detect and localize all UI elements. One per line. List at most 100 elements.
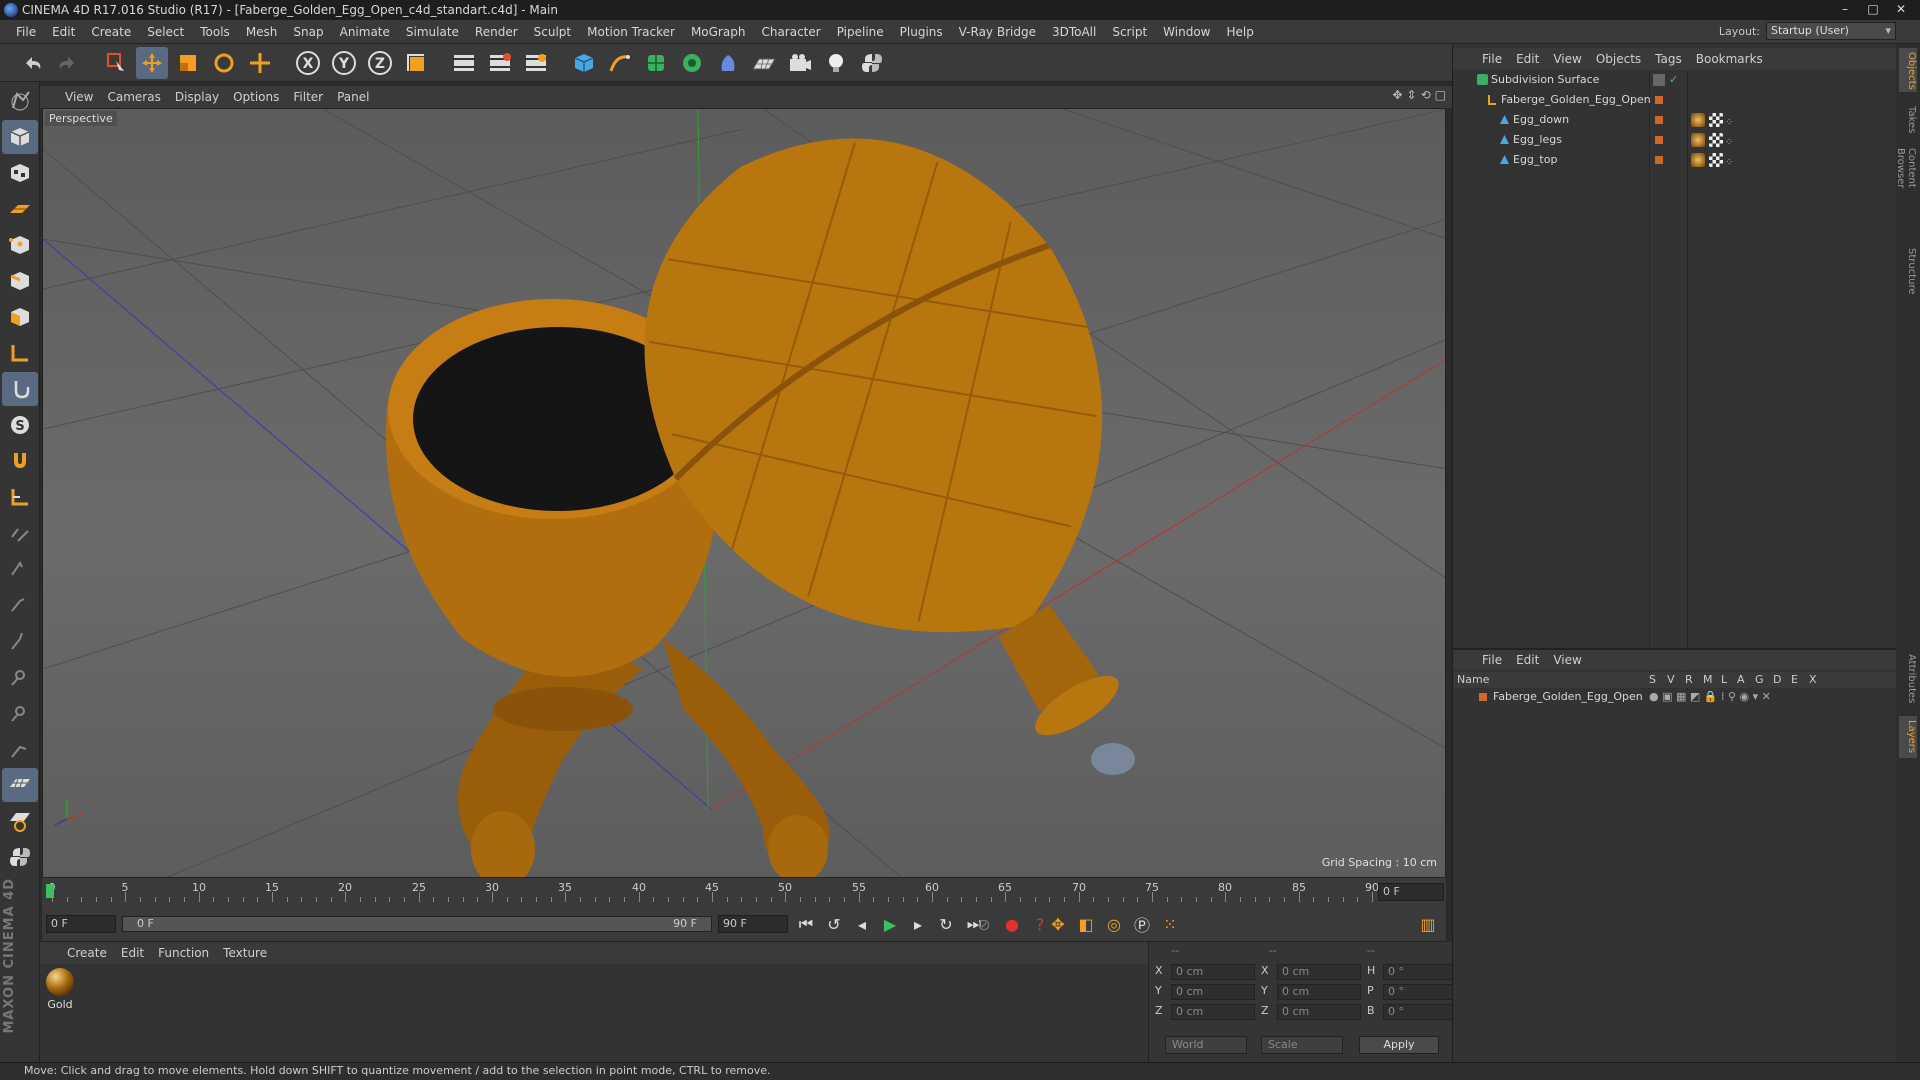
layer-color-icon[interactable] [1655,156,1663,164]
play-icon[interactable]: ▶ [878,912,902,936]
close-button[interactable]: ✕ [1888,0,1914,18]
knife-tool-icon[interactable] [2,696,38,730]
key-parameter-icon[interactable]: Ⓟ [1130,912,1154,936]
object-row-egg-top[interactable]: Egg_top ⁘ [1453,150,1897,170]
deformer-icon[interactable] [712,47,744,79]
menu-script[interactable]: Script [1104,25,1155,39]
phong-tag-icon[interactable]: ⁘ [1725,113,1739,128]
layer-menu-file[interactable]: File [1475,653,1509,667]
menu-simulate[interactable]: Simulate [398,25,467,39]
object-menu-objects[interactable]: Objects [1589,52,1648,66]
visibility-toggle-icon[interactable] [1653,74,1665,86]
menu-animate[interactable]: Animate [332,25,398,39]
phong-tag-icon[interactable]: ⁘ [1725,153,1739,168]
size-mode-dropdown[interactable]: Scale [1261,1036,1343,1054]
menu-window[interactable]: Window [1155,25,1218,39]
menu-sculpt[interactable]: Sculpt [526,25,579,39]
next-frame-icon[interactable]: ▸ [906,912,930,936]
key-rotation-icon[interactable]: ◎ [1102,912,1126,936]
smooth-tool-icon[interactable] [2,624,38,658]
layer-row-faberge-golden-egg-open[interactable]: Faberge_Golden_Egg_Open ● ▣ ▦ ◩ 🔒 ⁞ ⚲ ◉ … [1453,688,1897,706]
tab-objects[interactable]: Objects [1899,48,1917,92]
maximize-button[interactable]: □ [1860,0,1886,18]
rotate-tool-icon[interactable] [208,47,240,79]
make-editable-icon[interactable] [2,84,38,118]
layer-toggles-icon[interactable]: ● ▣ ▦ ◩ 🔒 ⁞ ⚲ ◉ ▾ ✕ [1649,688,1771,706]
viewport-maximize-icon[interactable]: □ [1435,88,1446,102]
size-x-field[interactable]: 0 cm [1277,964,1361,980]
key-pla-icon[interactable]: ⁙ [1158,912,1182,936]
record-keys-icon[interactable]: ⊘ [972,912,996,936]
size-y-field[interactable]: 0 cm [1277,984,1361,1000]
next-key-icon[interactable]: ↻ [934,912,958,936]
menu-snap[interactable]: Snap [285,25,331,39]
material-tag-icon[interactable] [1691,153,1705,167]
timeline-ruler[interactable]: 051015202530354045505560657075808590 0 F [42,878,1446,906]
material-tag-icon[interactable] [1691,133,1705,147]
position-x-field[interactable]: 0 cm [1171,964,1255,980]
camera-icon[interactable] [784,47,816,79]
position-z-field[interactable]: 0 cm [1171,1004,1255,1020]
viewport-camera-label[interactable]: Perspective [45,111,117,126]
viewport-menu-panel[interactable]: Panel [330,90,376,104]
tab-takes[interactable]: Takes [1899,102,1917,134]
menu-help[interactable]: Help [1218,25,1261,39]
y-axis-lock-button[interactable]: Y [328,47,360,79]
menu-character[interactable]: Character [753,25,828,39]
render-view-icon[interactable] [448,47,480,79]
menu-file[interactable]: File [8,25,44,39]
sculpt-tool-icon[interactable] [2,732,38,766]
material-menu-function[interactable]: Function [151,946,216,960]
render-settings-icon[interactable] [520,47,552,79]
key-position-icon[interactable]: ✥ [1046,912,1070,936]
timeline-track[interactable]: 051015202530354045505560657075808590 [48,881,1379,902]
menu-tools[interactable]: Tools [192,25,238,39]
menu-pipeline[interactable]: Pipeline [829,25,892,39]
viewport-menu-cameras[interactable]: Cameras [100,90,167,104]
brush-tool-icon[interactable] [2,588,38,622]
object-row-egg-down[interactable]: Egg_down ⁘ [1453,110,1897,130]
texture-mode-icon[interactable] [2,156,38,190]
uvw-tag-icon[interactable] [1709,153,1723,167]
object-menu-edit[interactable]: Edit [1509,52,1546,66]
python-icon[interactable] [856,47,888,79]
phong-tag-icon[interactable]: ⁘ [1725,133,1739,148]
start-frame-field[interactable]: 0 F [46,915,116,933]
menu-vray-bridge[interactable]: V-Ray Bridge [951,25,1044,39]
material-menu-texture[interactable]: Texture [216,946,274,960]
iron-tool-icon[interactable] [2,660,38,694]
go-to-start-icon[interactable]: ⏮ [794,912,818,936]
transform-tool-icon[interactable] [244,47,276,79]
cube-primitive-icon[interactable] [568,47,600,79]
live-selection-icon[interactable] [100,47,132,79]
tab-structure[interactable]: Structure [1899,244,1917,296]
object-menu-view[interactable]: View [1546,52,1588,66]
autokey-icon[interactable]: ● [1000,912,1024,936]
apply-button[interactable]: Apply [1359,1036,1439,1054]
tweak-mode-icon[interactable] [2,372,38,406]
position-y-field[interactable]: 0 cm [1171,984,1255,1000]
menu-edit[interactable]: Edit [44,25,83,39]
3d-viewport[interactable]: Perspective Grid Spacing : 10 cm [42,108,1446,878]
layer-color-icon[interactable] [1655,136,1663,144]
menu-mograph[interactable]: MoGraph [683,25,754,39]
light-icon[interactable] [820,47,852,79]
model-mode-icon[interactable] [2,120,38,154]
previous-frame-icon[interactable]: ◂ [850,912,874,936]
menu-mesh[interactable]: Mesh [238,25,286,39]
minimize-button[interactable]: – [1832,0,1858,18]
tab-layers[interactable]: Layers [1899,716,1917,758]
material-menu-edit[interactable]: Edit [114,946,151,960]
python-script-icon[interactable] [2,840,38,874]
material-tag-icon[interactable] [1691,113,1705,127]
planar-workplane-icon[interactable] [2,552,38,586]
previous-key-icon[interactable]: ↺ [822,912,846,936]
layer-menu-edit[interactable]: Edit [1509,653,1546,667]
timeline-playhead[interactable] [46,884,54,898]
viewport-pan-icon[interactable]: ✥ [1392,88,1402,102]
spline-pen-icon[interactable] [604,47,636,79]
axis-mode-icon[interactable] [2,336,38,370]
points-mode-icon[interactable] [2,228,38,262]
preview-range-slider[interactable]: 0 F 90 F [122,916,712,932]
layer-color-icon[interactable] [1655,96,1663,104]
